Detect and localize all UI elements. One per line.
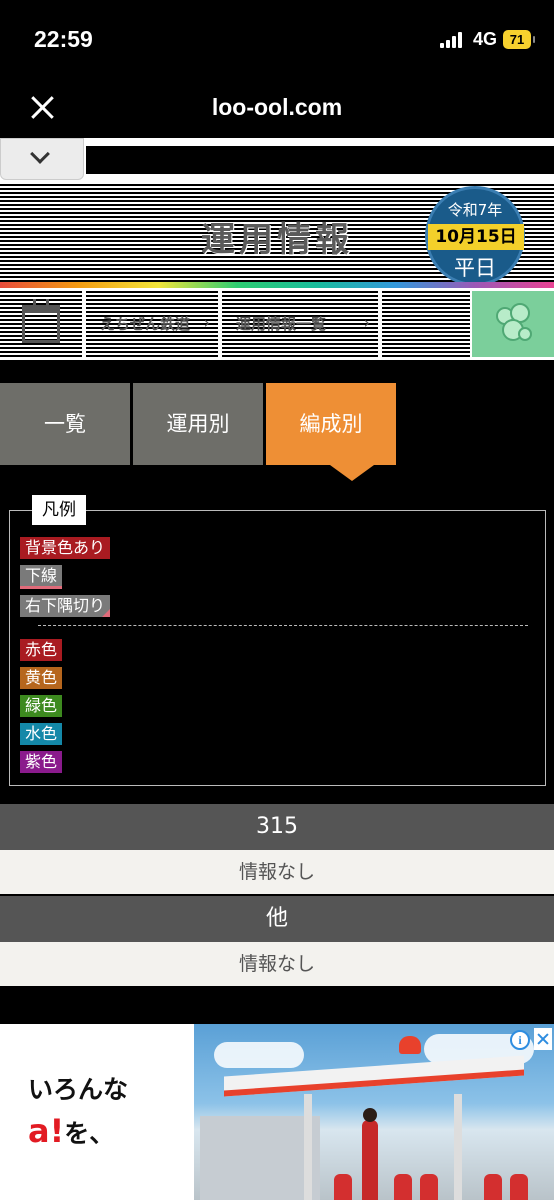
legend-yellow: 黄色 xyxy=(20,667,63,689)
ad-image[interactable] xyxy=(194,1024,554,1200)
calendar-button[interactable] xyxy=(0,291,82,357)
tab-by-operation[interactable]: 運用別 xyxy=(133,383,263,465)
legend-underline: 下線 xyxy=(20,565,63,589)
breadcrumb-label-2: 運用情報一覧 xyxy=(236,315,327,333)
network-type: 4G xyxy=(473,29,498,49)
day-type: 平日 xyxy=(454,256,496,280)
breadcrumb-label-1: えちぜん鉄道 xyxy=(100,315,191,333)
formation-info: 情報なし xyxy=(0,942,554,986)
legend-title: 凡例 xyxy=(32,495,86,525)
legend-corner-cut: 右下隅切り xyxy=(20,595,111,617)
chevron-right-icon: › xyxy=(203,313,210,332)
collapse-row xyxy=(0,138,554,182)
tab-list[interactable]: 一覧 xyxy=(0,383,130,465)
top-bar xyxy=(86,146,554,174)
signal-icon xyxy=(440,32,464,48)
ad-close-icon[interactable] xyxy=(534,1028,552,1050)
legend-cyan: 水色 xyxy=(20,723,63,745)
ad-mark: a! xyxy=(28,1112,65,1150)
formation-header[interactable]: 他 xyxy=(0,896,554,942)
legend-purple: 紫色 xyxy=(20,751,63,773)
ad-person xyxy=(362,1108,378,1200)
legend-divider xyxy=(38,625,528,626)
page-url: loo-ool.com xyxy=(211,94,343,120)
legend-green: 緑色 xyxy=(20,695,63,717)
info-icon[interactable]: i xyxy=(510,1030,530,1050)
breadcrumb-empty xyxy=(382,291,470,357)
chevron-right-icon: › xyxy=(363,313,370,332)
mascot-button[interactable] xyxy=(472,291,554,357)
ad-logo-icon xyxy=(399,1036,421,1054)
collapse-button[interactable] xyxy=(0,138,84,180)
calendar-icon xyxy=(22,299,60,343)
ad-line-2-text: を、 xyxy=(64,1119,115,1148)
ad-line-1: いろんな xyxy=(28,1075,129,1104)
breadcrumb-item-1[interactable]: えちぜん鉄道 › xyxy=(86,291,218,357)
browser-header: loo-ool.com xyxy=(0,80,554,138)
legend-background: 背景色あり xyxy=(20,537,111,559)
status-time: 22:59 xyxy=(34,26,93,52)
legend: 凡例 背景色あり 下線 右下隅切り 赤色 黄色 緑色 水色 紫色 xyxy=(9,495,546,786)
breadcrumb-item-2[interactable]: 運用情報一覧 › xyxy=(222,291,378,357)
date-era: 令和7年 xyxy=(447,201,503,219)
ad-line-2: a!を、 xyxy=(28,1112,114,1150)
legend-red: 赤色 xyxy=(20,639,63,661)
formation-info: 情報なし xyxy=(0,850,554,894)
status-bar: 22:59 4G 71 xyxy=(0,0,554,80)
ad-building xyxy=(200,1116,320,1200)
breadcrumb: えちぜん鉄道 › 運用情報一覧 › xyxy=(0,288,554,360)
formation-header[interactable]: 315 xyxy=(0,804,554,850)
active-tab-pointer xyxy=(330,465,374,481)
chevron-down-icon xyxy=(30,144,50,164)
date-badge: 令和7年 10月15日 平日 xyxy=(425,186,525,286)
view-tabs: 一覧 運用別 編成別 xyxy=(0,383,554,465)
battery-icon: 71 xyxy=(503,30,535,49)
date-day: 10月15日 xyxy=(428,224,524,250)
tab-by-formation[interactable]: 編成別 xyxy=(266,383,396,465)
mascot-icon xyxy=(494,303,534,345)
site-content: 運用情報 令和7年 10月15日 平日 えちぜん鉄道 › 運用情報一覧 › 一覧… xyxy=(0,138,554,1200)
ad-copy[interactable]: いろんな a!を、 xyxy=(0,1024,194,1200)
advertisement[interactable]: いろんな a!を、 i xyxy=(0,1024,554,1200)
